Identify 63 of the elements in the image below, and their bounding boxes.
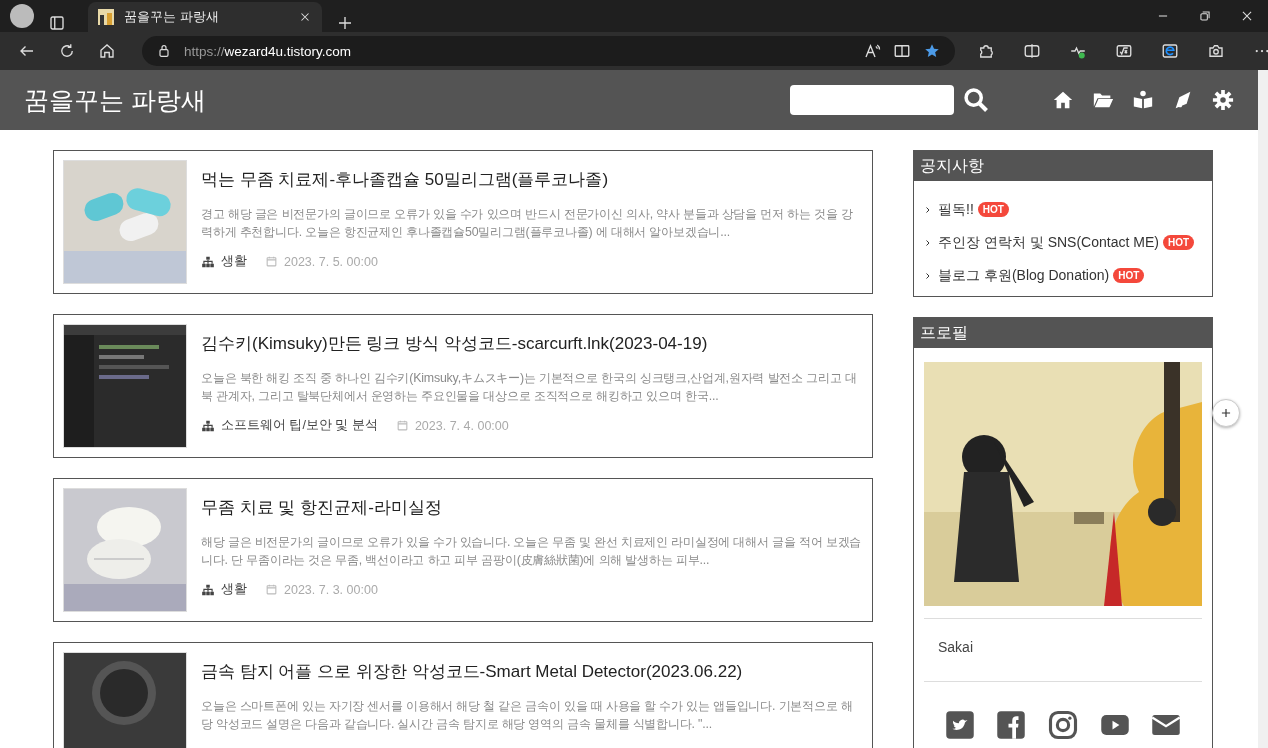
post-title[interactable]: 먹는 무좀 치료제-후나졸캡슐 50밀리그램(플루코나졸) — [201, 168, 863, 191]
notice-link[interactable]: 블로그 후원(Blog Donation) — [938, 266, 1110, 285]
post-summary: 경고 해당 글은 비전문가의 글이므로 오류가 있을 수가 있으며 반드시 전문가이신 의사, 약사 분들과 상담을 먼저 하는 것을 강력하게 추천합니다. 오늘은 항진균제인 후나졸캡슐50밀리그램(플루코나졸) 에 대해서 알아보겠습니... — [201, 206, 854, 241]
search-field[interactable] — [790, 85, 954, 115]
profile-name: Sakai — [937, 638, 975, 657]
sitemap-icon — [201, 582, 215, 597]
panel-title: 공지사항 — [914, 151, 1212, 181]
scrollbar[interactable] — [1258, 70, 1268, 748]
restore-icon[interactable] — [1198, 9, 1212, 23]
sitemap-icon — [201, 254, 215, 269]
panel-title: 프로필 — [914, 318, 1212, 348]
new-tab-icon[interactable] — [336, 14, 354, 32]
calendar-icon — [265, 583, 278, 596]
post-date: 2023. 7. 5. 00:00 — [284, 254, 378, 269]
url-text: https://wezard4u.tistory.com — [184, 43, 353, 59]
hot-badge: HOT — [977, 202, 1009, 217]
notice-link[interactable]: 주인장 연락처 및 SNS(Contact ME) — [938, 233, 1159, 252]
math-solver-icon[interactable] — [1115, 42, 1133, 60]
post-title[interactable]: 무좀 치료 및 항진균제-라미실정 — [201, 496, 863, 519]
search-icon[interactable] — [962, 86, 990, 114]
sitemap-icon — [201, 418, 215, 433]
post-category[interactable]: 소프트웨어 팁/보안 및 분석 — [221, 417, 378, 434]
post-card[interactable] — [53, 314, 873, 458]
camera-icon[interactable] — [1207, 42, 1225, 60]
browser-tab[interactable]: 꿈을꾸는 파랑새 — [88, 2, 322, 32]
post-card[interactable]: 무좀 치료 및 항진균제-라미실정 해당 글은 비전문가의 글이므로 오류가 있을 수가 있습니다. 오늘은 무좀 및 완선 치료제인 라미실정에 대해서 글을 적어 보겠습니다. 단 무좀이라는 것은 무좀, 백선이라고 하고 피부 곰팡이(皮膚絲狀菌)에 의해 발생하는 피부... 생활 2023. 7. 3. 00:00 — [53, 478, 873, 622]
plus-icon — [1219, 406, 1233, 420]
post-card[interactable]: 먹는 무좀 치료제-후나졸캡슐 50밀리그램(플루코나졸) 경고 해당 글은 비전문가의 글이므로 오류가 있을 수가 있으며 반드시 전문가이신 의사, 약사 분들과 상담을 먼저 하는 것을 강력하게 추천합니다. 오늘은 항진균제인 후나졸캡슐50밀리그램(플루코나졸) 에 대해서 알아보겠습니... 생활 2023. 7. 5. 00:00 — [53, 150, 873, 294]
twitter-icon[interactable] — [944, 710, 975, 740]
read-aloud-icon[interactable] — [863, 42, 881, 60]
calendar-icon — [265, 255, 278, 268]
post-title[interactable]: 금속 탐지 어플 으로 위장한 악성코드-Smart Metal Detector(2023.06.22) — [201, 660, 863, 683]
profile-avatar[interactable] — [10, 4, 34, 28]
post-title[interactable]: 김수키(Kimsuky)만든 링크 방식 악성코드-scarcurft.lnk(2023-04-19) — [201, 332, 863, 355]
post-card[interactable]: 금속 탐지 어플 으로 위장한 악성코드-Smart Metal Detector(2023.06.22) 오늘은 스마트폰에 있는 자기장 센서를 이용해서 해당 철 같은 금속이 있을 때 사용을 할 수가 있는 앱들입니다. 기본적으로 해당 악성코드 설명은 다음과 같습니다. 실시간 금속 탐지로 해당 영역의 금속 물체를 식별합니다. "... — [53, 642, 873, 748]
split-screen-icon[interactable] — [1023, 42, 1041, 60]
home-icon[interactable] — [98, 42, 116, 60]
hot-badge: HOT — [1162, 235, 1195, 250]
hot-badge: HOT — [1113, 268, 1145, 283]
facebook-icon[interactable] — [996, 710, 1027, 740]
post-date: 2023. 7. 4. 00:00 — [414, 418, 509, 433]
post-summary: 해당 글은 비전문가의 글이므로 오류가 있을 수가 있습니다. 오늘은 무좀 및 완선 치료제인 라미실정에 대해서 글을 적어 보겠습니다. 단 무좀이라는 것은 무좀, 백선이라고 하고 피부 곰팡이(皮膚絲狀菌)에 의해 발생하는 피부... — [201, 534, 863, 569]
address-bar[interactable]: https://wezard4u.tistory.com — [142, 36, 955, 66]
notice-link[interactable]: 필독!! — [938, 200, 974, 219]
post-category[interactable]: 생활 — [221, 253, 247, 270]
close-icon[interactable] — [1240, 9, 1254, 23]
add-button[interactable] — [1212, 399, 1240, 427]
internet-explorer-icon[interactable] — [1161, 42, 1179, 60]
post-summary: 오늘은 북한 해킹 조직 중 하나인 김수키(Kimsuky,キムスキー)는 기본적으로 한국의 싱크탱크,산업계,원자력 발전소 그리고 대북 관계자, 그리고 탈북단체에서 운영하는 주요인물을 대상으로 조직적으로 해킹하고 있으며 한국... — [201, 370, 858, 405]
reader-view-icon[interactable] — [893, 42, 911, 60]
book-icon[interactable] — [1132, 89, 1154, 111]
settings-icon[interactable] — [1212, 89, 1234, 111]
lock-icon — [156, 43, 172, 59]
post-date: 2023. 7. 3. 00:00 — [284, 582, 378, 597]
post-summary: 오늘은 스마트폰에 있는 자기장 센서를 이용해서 해당 철 같은 금속이 있을 때 사용을 할 수가 있는 앱들입니다. 기본적으로 해당 악성코드 설명은 다음과 같습니다. 실시간 금속 탐지로 해당 영역의 금속 물체를 식별합니다. "... — [201, 698, 854, 733]
refresh-icon[interactable] — [58, 42, 76, 60]
calendar-icon — [395, 419, 409, 432]
instagram-icon[interactable] — [1048, 710, 1078, 740]
home-icon[interactable] — [1052, 89, 1074, 111]
puzzle-icon[interactable] — [977, 42, 995, 60]
post-category[interactable]: 생활 — [221, 581, 247, 598]
filled-star-icon[interactable] — [923, 42, 941, 60]
tab-actions-icon[interactable] — [48, 14, 66, 32]
